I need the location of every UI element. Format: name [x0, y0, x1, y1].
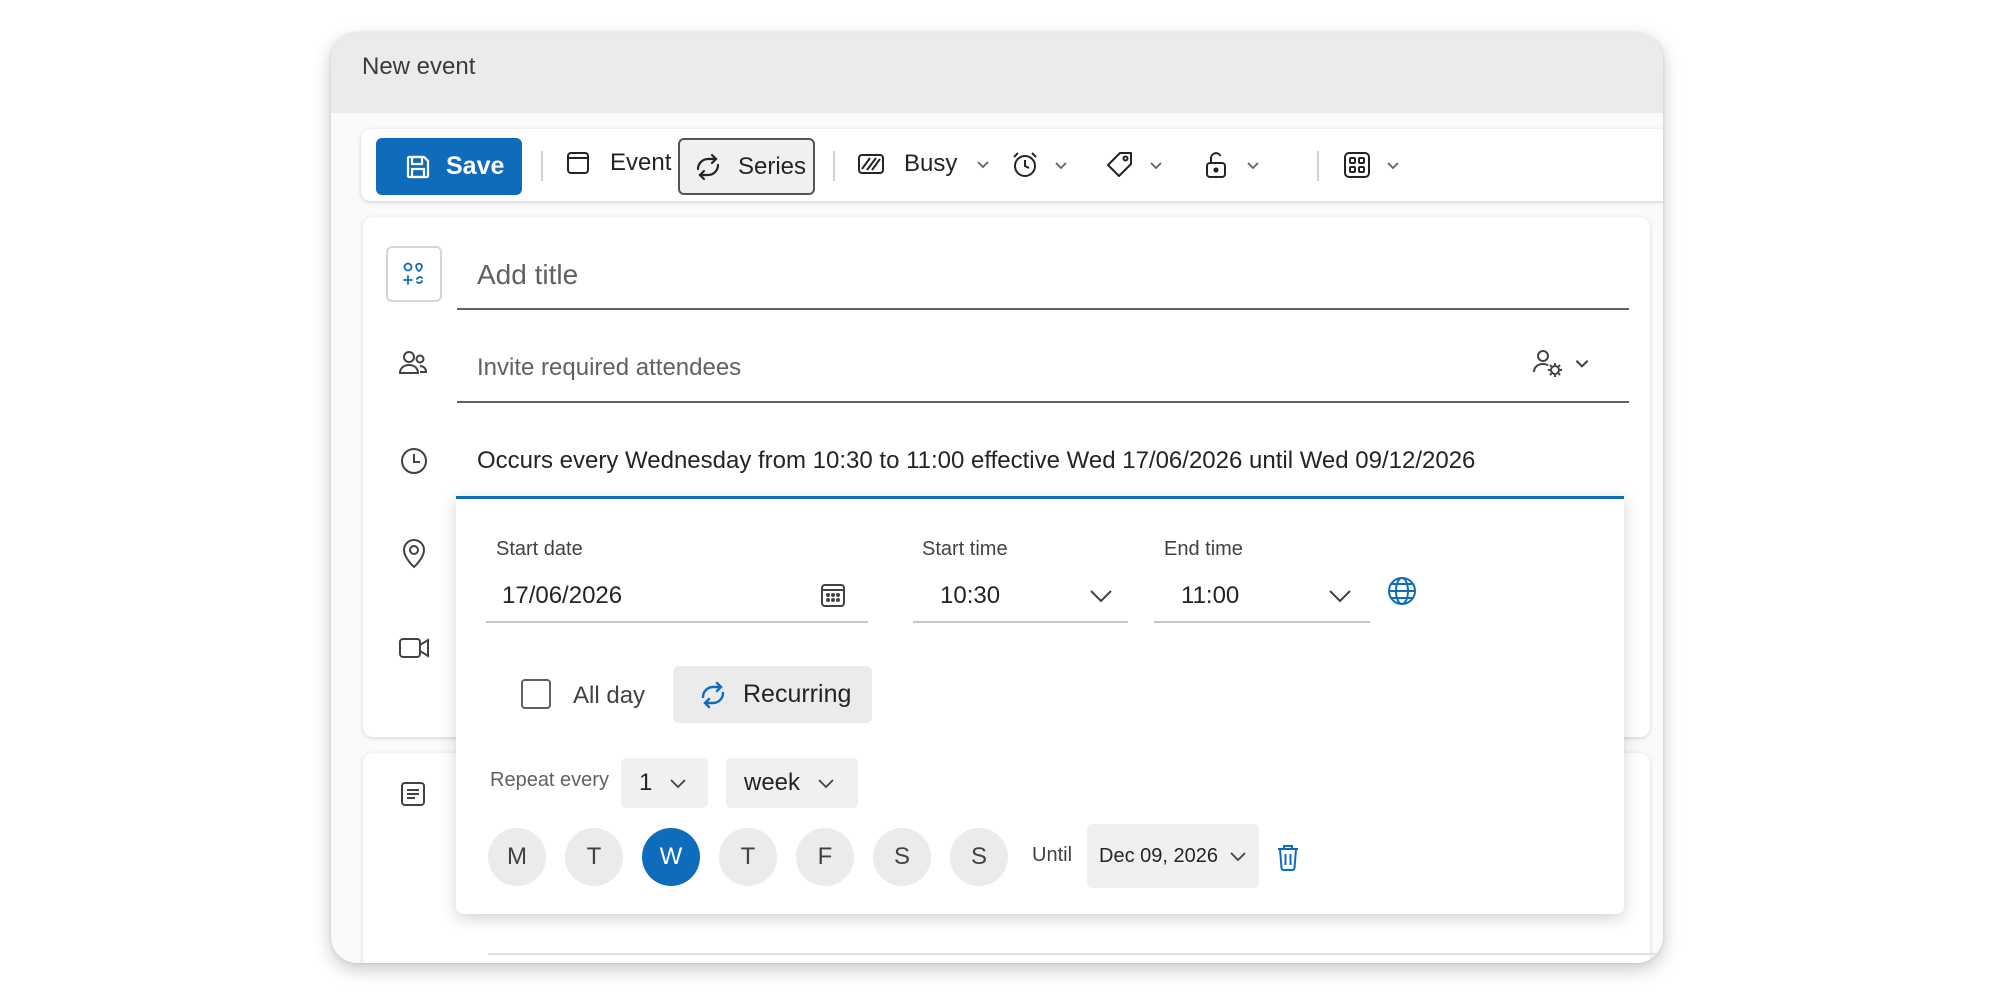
- day-toggle-sunday[interactable]: S: [950, 828, 1008, 886]
- attendees-input-underline: [457, 401, 1629, 403]
- start-time-underline: [913, 621, 1128, 623]
- all-day-label: All day: [573, 682, 646, 709]
- calendar-icon[interactable]: [818, 580, 848, 610]
- end-time-label: End time: [1164, 538, 1243, 560]
- recurrence-summary[interactable]: Occurs every Wednesday from 10:30 to 11:…: [477, 447, 1475, 475]
- all-day-checkbox[interactable]: [521, 679, 551, 709]
- repeat-every-label: Repeat every: [490, 769, 609, 791]
- day-toggle-friday[interactable]: F: [796, 828, 854, 886]
- chevron-down-icon[interactable]: [1088, 584, 1114, 606]
- start-date-underline: [486, 621, 868, 623]
- event-label: Event: [610, 149, 672, 176]
- title-input[interactable]: Add title: [477, 259, 578, 291]
- copilot-icon: [403, 262, 423, 285]
- title-input-underline: [457, 308, 1629, 310]
- repeat-unit-dropdown[interactable]: week: [726, 758, 858, 808]
- start-time-input[interactable]: 10:30: [940, 582, 1000, 610]
- apps-icon: [1344, 152, 1370, 178]
- chevron-down-icon: [1575, 360, 1589, 368]
- tag-icon: [1107, 152, 1132, 177]
- until-label: Until: [1032, 844, 1073, 866]
- alarm-icon: [1013, 152, 1037, 177]
- chevron-down-icon: [1230, 852, 1246, 862]
- busy-icon: [858, 154, 884, 174]
- save-button[interactable]: Save: [376, 138, 522, 195]
- attendees-input[interactable]: Invite required attendees: [477, 354, 741, 382]
- chevron-down-icon: [1055, 162, 1067, 170]
- until-date-value: Dec 09, 2026: [1099, 844, 1218, 867]
- recurring-button[interactable]: Recurring: [673, 666, 872, 723]
- clock-icon: [401, 448, 427, 474]
- chevron-down-icon: [977, 161, 989, 169]
- recurrence-popup: Start date 17/06/2026 Start time 10:30 E…: [456, 496, 1624, 914]
- lock-icon: [1206, 152, 1226, 178]
- apps-dropdown[interactable]: [1341, 149, 1401, 181]
- location-icon: [402, 539, 426, 569]
- day-toggle-monday[interactable]: M: [488, 828, 546, 886]
- title-bar: New event: [331, 33, 1663, 113]
- day-toggle-thursday[interactable]: T: [719, 828, 777, 886]
- repeat-icon: [701, 681, 725, 708]
- show-as-dropdown[interactable]: Busy: [856, 149, 991, 179]
- notes-icon: [401, 782, 425, 806]
- sensitivity-dropdown[interactable]: [1201, 149, 1261, 181]
- start-date-input[interactable]: 17/06/2026: [502, 582, 622, 610]
- chevron-down-icon: [670, 779, 686, 789]
- day-toggle-saturday[interactable]: S: [873, 828, 931, 886]
- save-icon: [406, 155, 430, 178]
- toolbar-divider: [541, 151, 543, 181]
- globe-icon[interactable]: [1385, 574, 1419, 608]
- day-toggle-tuesday[interactable]: T: [565, 828, 623, 886]
- video-icon: [399, 638, 429, 658]
- repeat-icon: [696, 153, 720, 180]
- repeat-interval-value: 1: [639, 769, 653, 796]
- attendee-options-dropdown[interactable]: [1531, 346, 1591, 380]
- attendee-settings-icon: [1533, 350, 1562, 377]
- delete-icon[interactable]: [1274, 842, 1302, 872]
- recurring-label: Recurring: [743, 680, 852, 708]
- window-title: New event: [362, 53, 476, 80]
- busy-label: Busy: [904, 150, 958, 177]
- start-date-label: Start date: [496, 538, 583, 560]
- series-button[interactable]: Series: [678, 138, 815, 195]
- reminder-dropdown[interactable]: [1009, 149, 1069, 181]
- chevron-down-icon: [818, 779, 834, 789]
- chevron-down-icon: [1150, 162, 1162, 170]
- calendar-icon: [567, 152, 589, 174]
- categorize-dropdown[interactable]: [1104, 149, 1164, 181]
- repeat-interval-dropdown[interactable]: 1: [621, 758, 708, 808]
- start-time-label: Start time: [922, 538, 1008, 560]
- series-label: Series: [738, 152, 807, 180]
- copilot-button[interactable]: [386, 246, 442, 302]
- end-time-input[interactable]: 11:00: [1181, 582, 1239, 610]
- people-icon: [398, 351, 428, 374]
- chevron-down-icon: [1247, 162, 1259, 170]
- event-toolbar: Save Event Series Busy: [361, 129, 1663, 201]
- until-date-dropdown[interactable]: Dec 09, 2026: [1087, 824, 1259, 888]
- day-toggle-wednesday[interactable]: W: [642, 828, 700, 886]
- chevron-down-icon: [1387, 162, 1399, 170]
- event-button[interactable]: Event: [564, 149, 671, 177]
- save-label: Save: [446, 152, 505, 180]
- toolbar-divider: [1317, 151, 1319, 181]
- repeat-unit-value: week: [744, 769, 801, 796]
- toolbar-divider: [833, 151, 835, 181]
- end-time-underline: [1154, 621, 1370, 623]
- chevron-down-icon[interactable]: [1327, 584, 1353, 606]
